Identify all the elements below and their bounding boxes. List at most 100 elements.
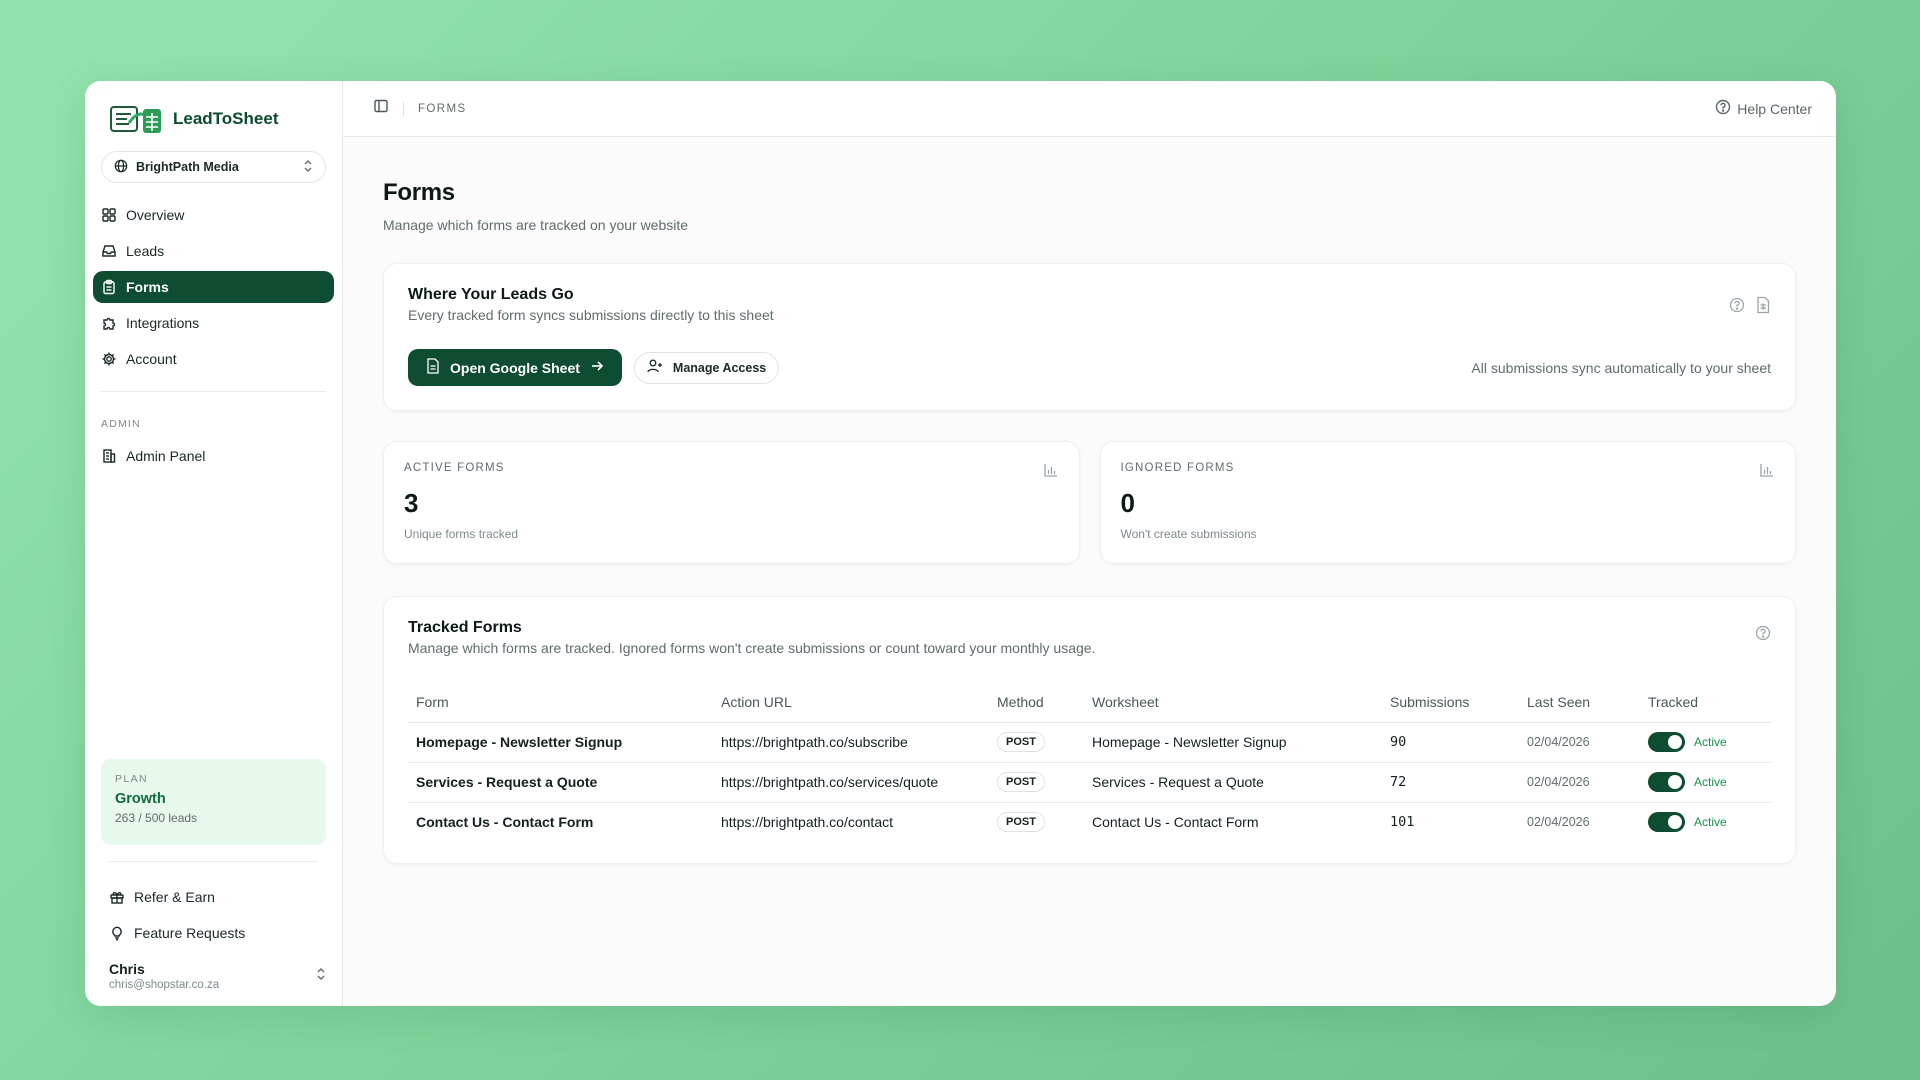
- inbox-icon: [102, 245, 116, 257]
- user-menu[interactable]: Chris chris@shopstar.co.za: [109, 961, 326, 991]
- sidebar-item-leads[interactable]: Leads: [93, 235, 334, 267]
- column-header-last-seen[interactable]: Last Seen: [1519, 682, 1640, 723]
- help-center-link[interactable]: Help Center: [1715, 99, 1812, 118]
- breadcrumb: FORMS: [403, 100, 467, 117]
- open-google-sheet-button[interactable]: Open Google Sheet: [408, 349, 622, 386]
- plan-label: PLAN: [115, 773, 149, 785]
- last-seen-date: 02/04/2026: [1519, 722, 1640, 763]
- sidebar-item-account[interactable]: Account: [93, 343, 334, 375]
- bar-chart-icon: [1759, 462, 1775, 483]
- column-header-tracked[interactable]: Tracked: [1640, 682, 1771, 723]
- sidebar-item-label: Admin Panel: [126, 448, 206, 464]
- help-circle-icon[interactable]: [1729, 297, 1745, 318]
- action-url: https://brightpath.co/subscribe: [713, 722, 989, 763]
- table-row[interactable]: Homepage - Newsletter Signup https://bri…: [408, 722, 1771, 763]
- grid-icon: [102, 208, 116, 222]
- sidebar-item-label: Refer & Earn: [134, 889, 215, 905]
- card-title: Where Your Leads Go: [408, 286, 574, 303]
- main-area: FORMS Help Center Forms Manage which for…: [343, 81, 1836, 1006]
- stat-value: 0: [1120, 488, 1135, 518]
- sidebar-item-forms[interactable]: Forms: [93, 271, 334, 303]
- forms-table: Form Action URL Method Worksheet Submiss…: [408, 682, 1771, 842]
- sidebar-item-label: Forms: [126, 279, 169, 295]
- chevron-updown-icon: [316, 967, 326, 986]
- sidebar-item-label: Overview: [126, 207, 185, 223]
- user-name: Chris: [109, 961, 145, 977]
- sidebar-item-label: Feature Requests: [134, 925, 246, 941]
- submission-count: 101: [1390, 814, 1415, 831]
- topbar: FORMS Help Center: [343, 81, 1836, 137]
- sidebar-item-label: Integrations: [126, 315, 200, 331]
- table-header-row: Form Action URL Method Worksheet Submiss…: [408, 682, 1771, 723]
- stats-row: ACTIVE FORMS 3 Unique forms tracked IGNO…: [383, 441, 1796, 564]
- help-center-label: Help Center: [1737, 100, 1812, 117]
- logo-icon: [109, 103, 163, 135]
- app-name: LeadToSheet: [173, 109, 279, 128]
- puzzle-icon: [103, 317, 116, 330]
- worksheet-name: Homepage - Newsletter Signup: [1084, 722, 1382, 763]
- admin-nav: Admin Panel: [93, 440, 334, 472]
- page-content: Forms Manage which forms are tracked on …: [343, 137, 1836, 864]
- page-title: Forms: [383, 179, 455, 206]
- column-header-action-url[interactable]: Action URL: [713, 682, 989, 723]
- column-header-submissions[interactable]: Submissions: [1382, 682, 1519, 723]
- lightbulb-icon: [112, 926, 122, 941]
- sidebar-item-admin-panel[interactable]: Admin Panel: [93, 440, 334, 472]
- spreadsheet-icon[interactable]: [1755, 296, 1771, 319]
- method-badge: POST: [997, 812, 1045, 833]
- worksheet-name: Contact Us - Contact Form: [1092, 814, 1259, 831]
- stat-label: IGNORED FORMS: [1120, 462, 1235, 474]
- worksheet-name: Services - Request a Quote: [1084, 762, 1382, 803]
- plan-name: Growth: [115, 791, 166, 807]
- last-seen-date: 02/04/2026: [1527, 815, 1590, 830]
- stat-label: ACTIVE FORMS: [404, 462, 505, 474]
- status-label: Active: [1694, 775, 1727, 789]
- gear-icon: [102, 352, 116, 366]
- clipboard-icon: [103, 279, 115, 295]
- column-header-worksheet[interactable]: Worksheet: [1084, 682, 1382, 723]
- tracked-toggle[interactable]: [1648, 812, 1685, 833]
- column-header-method[interactable]: Method: [989, 682, 1084, 723]
- table-row[interactable]: Contact Us - Contact Form https://bright…: [408, 802, 1771, 842]
- gift-icon: [110, 892, 124, 904]
- active-forms-card: ACTIVE FORMS 3 Unique forms tracked: [383, 441, 1080, 564]
- workspace-select[interactable]: BrightPath Media: [101, 151, 326, 183]
- stat-description: Unique forms tracked: [404, 527, 519, 541]
- sidebar-item-feature-requests[interactable]: Feature Requests: [101, 917, 326, 949]
- brand[interactable]: LeadToSheet: [93, 97, 334, 137]
- plan-card[interactable]: PLAN Growth 263 / 500 leads: [101, 759, 326, 845]
- manage-access-button[interactable]: Manage Access: [633, 351, 780, 384]
- workspace-name: BrightPath Media: [136, 160, 239, 174]
- help-circle-icon: [1715, 99, 1731, 118]
- submission-count: 72: [1382, 762, 1519, 803]
- tracked-forms-card: Tracked Forms Manage which forms are tra…: [383, 596, 1796, 864]
- column-header-form[interactable]: Form: [408, 682, 713, 723]
- page-subtitle: Manage which forms are tracked on your w…: [383, 217, 689, 233]
- card-subtitle: Every tracked form syncs submissions dir…: [408, 307, 774, 323]
- sidebar-toggle-icon[interactable]: [373, 98, 389, 119]
- submission-count: 90: [1382, 722, 1519, 763]
- user-email: chris@shopstar.co.za: [109, 979, 220, 991]
- chevron-updown-icon: [303, 159, 313, 176]
- tracked-toggle[interactable]: [1648, 772, 1685, 792]
- method-badge: POST: [997, 772, 1045, 792]
- globe-icon: [114, 159, 128, 176]
- sidebar-item-integrations[interactable]: Integrations: [93, 307, 334, 339]
- sidebar-item-label: Leads: [126, 243, 165, 259]
- admin-section-label: ADMIN: [101, 418, 141, 430]
- manage-access-label: Manage Access: [672, 360, 767, 375]
- sidebar-item-overview[interactable]: Overview: [93, 199, 334, 231]
- help-circle-icon[interactable]: [1755, 625, 1771, 646]
- table-row[interactable]: Services - Request a Quote https://brigh…: [408, 762, 1771, 803]
- last-seen-date: 02/04/2026: [1519, 762, 1640, 803]
- action-url: https://brightpath.co/services/quote: [713, 762, 989, 803]
- open-sheet-label: Open Google Sheet: [450, 359, 580, 376]
- app-window: LeadToSheet BrightPath Media Overview Le…: [85, 81, 1836, 1006]
- method-badge: POST: [997, 732, 1045, 752]
- user-plus-icon: [647, 358, 663, 377]
- bar-chart-icon: [1043, 462, 1059, 483]
- plan-usage: 263 / 500 leads: [115, 811, 198, 825]
- tracked-toggle[interactable]: [1648, 732, 1685, 752]
- sidebar-item-label: Account: [126, 351, 177, 367]
- sidebar-item-refer[interactable]: Refer & Earn: [101, 881, 326, 913]
